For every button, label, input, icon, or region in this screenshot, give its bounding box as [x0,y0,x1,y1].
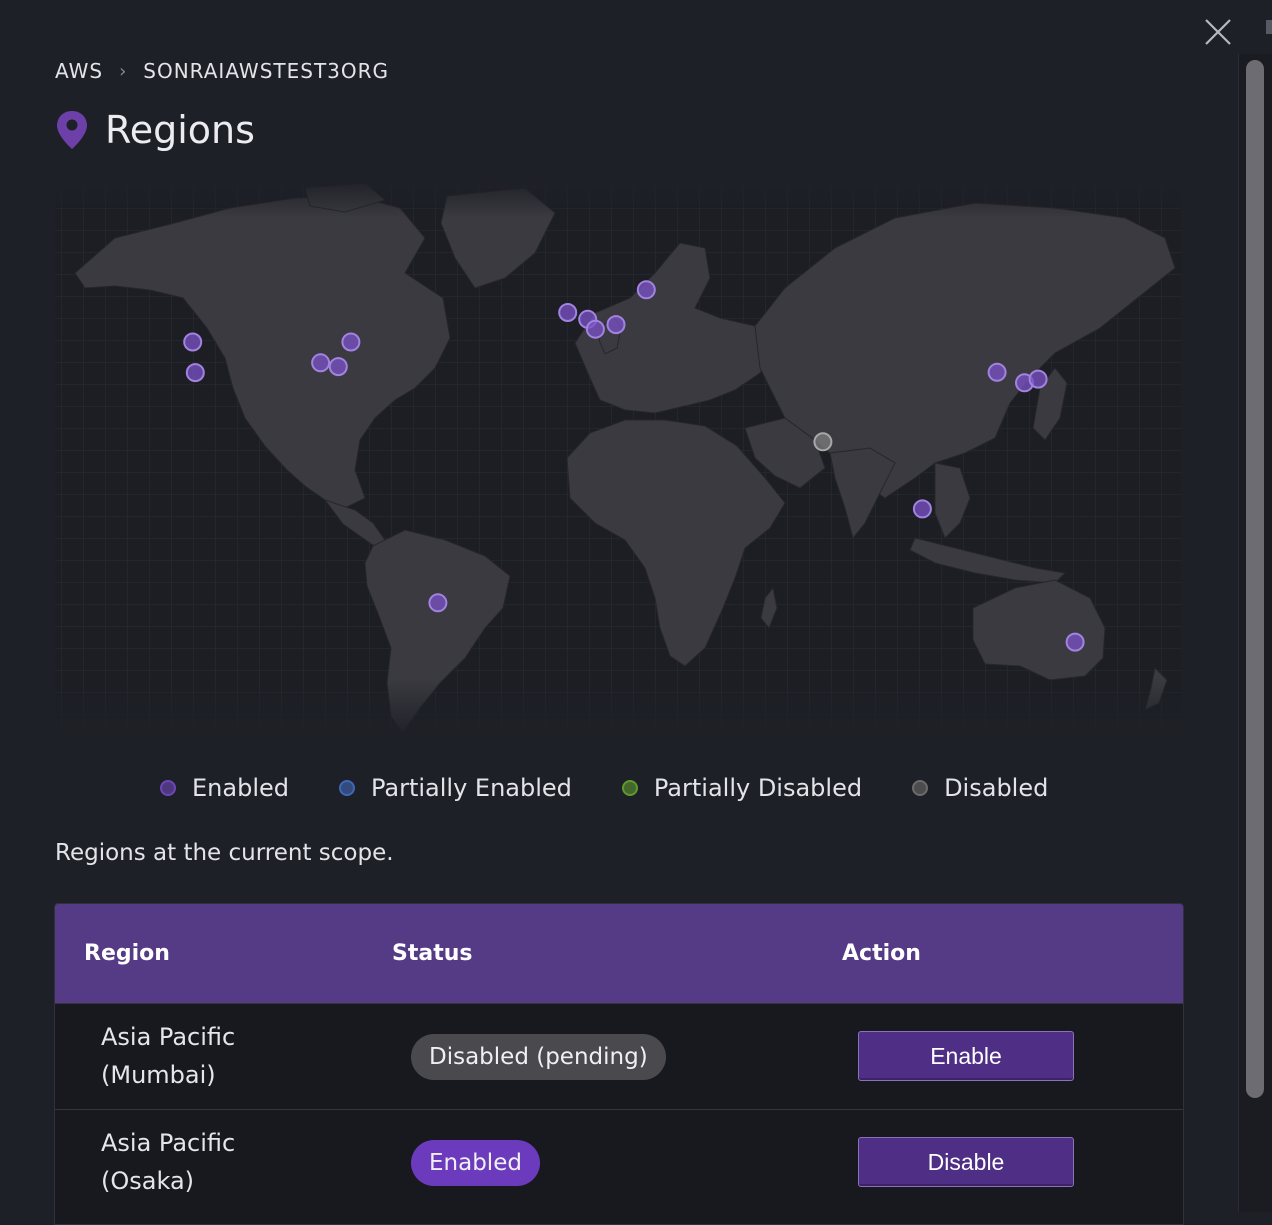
scrollbar-thumb[interactable] [1246,60,1264,1098]
region-name-line: (Osaka) [101,1167,195,1195]
region-marker-enabled[interactable] [1065,632,1085,652]
region-marker-enabled[interactable] [1028,369,1048,389]
region-marker-enabled[interactable] [585,319,605,339]
close-button[interactable] [1200,14,1236,50]
region-marker-enabled[interactable] [558,303,578,322]
region-marker-enabled[interactable] [606,315,626,335]
map-pin-icon [57,111,87,149]
breadcrumb: AWS › SONRAIAWSTEST3ORG [55,58,389,84]
region-marker-enabled[interactable] [636,280,656,300]
legend-label: Enabled [192,774,289,802]
region-marker-enabled[interactable] [311,353,331,373]
column-header-action[interactable]: Action [842,941,921,966]
column-header-region[interactable]: Region [84,941,170,966]
page-title: Regions [105,108,255,152]
legend-dot-partially-enabled-icon [338,780,355,796]
close-icon [1205,19,1231,45]
legend-dot-enabled-icon [160,780,176,796]
region-name-line: Asia Pacific [101,1023,236,1051]
legend-item-partially-enabled: Partially Enabled [338,774,572,802]
column-header-status[interactable]: Status [392,941,472,966]
region-marker-disabled[interactable] [813,432,833,452]
regions-table: Region Status Action Asia Pacific (Mumba… [54,903,1184,1225]
region-name-line: Asia Pacific [101,1129,236,1157]
table-row: Asia Pacific (Mumbai) Disabled (pending)… [55,1003,1183,1109]
breadcrumb-separator: › [119,60,128,82]
region-marker-enabled[interactable] [183,332,203,352]
breadcrumb-item-org[interactable]: SONRAIAWSTEST3ORG [143,59,389,83]
status-badge: Disabled (pending) [411,1034,666,1080]
legend-item-enabled: Enabled [160,774,289,802]
region-marker-enabled[interactable] [428,593,448,613]
table-header: Region Status Action [55,904,1183,1003]
disable-button[interactable]: Disable [858,1137,1074,1187]
region-name: Asia Pacific (Mumbai) [101,1018,321,1094]
region-name: Asia Pacific (Osaka) [101,1124,321,1200]
legend-label: Disabled [944,774,1049,802]
window-edge [1266,20,1272,34]
region-name-line: (Mumbai) [101,1061,216,1089]
enable-button[interactable]: Enable [858,1031,1074,1081]
scope-description: Regions at the current scope. [55,840,394,866]
legend-label: Partially Disabled [653,774,863,802]
map-legend: Enabled Partially Enabled Partially Disa… [160,770,1098,806]
page-header: Regions [55,108,255,152]
world-map [55,178,1181,740]
legend-item-partially-disabled: Partially Disabled [621,774,863,802]
region-marker-enabled[interactable] [987,362,1007,382]
table-row: Asia Pacific (Osaka) Enabled Disable [55,1109,1183,1215]
legend-dot-disabled-icon [912,780,929,796]
status-badge: Enabled [411,1140,540,1186]
region-marker-enabled[interactable] [328,357,348,377]
legend-dot-partially-disabled-icon [621,780,638,796]
region-marker-enabled[interactable] [341,332,361,352]
legend-label: Partially Enabled [370,774,572,802]
breadcrumb-item-aws[interactable]: AWS [55,59,103,83]
region-marker-enabled[interactable] [185,363,205,383]
region-marker-enabled[interactable] [912,499,932,519]
legend-item-disabled: Disabled [912,774,1048,802]
